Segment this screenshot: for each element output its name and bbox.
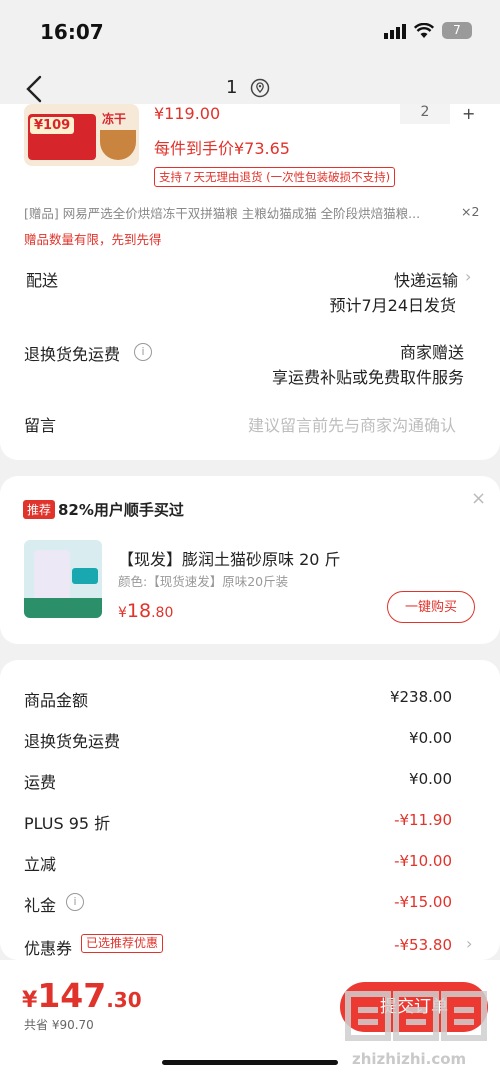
home-indicator xyxy=(162,1060,338,1065)
summary-value: ¥238.00 xyxy=(389,688,452,706)
return-shipping-label: 退换货免运费 xyxy=(24,345,121,364)
status-time: 16:07 xyxy=(40,20,104,44)
return-shipping-sub: 享运费补贴或免费取件服务 xyxy=(271,368,464,387)
summary-value: ¥0.00 xyxy=(409,729,452,747)
back-arrow-icon[interactable] xyxy=(22,74,48,104)
price-integer: 18 xyxy=(126,600,152,622)
watermark-text: zhizhizhi.com xyxy=(352,1050,467,1068)
price-currency: ¥ xyxy=(118,605,127,621)
watermark-logo-icon xyxy=(345,991,487,1041)
recommend-title: 82%用户顺手买过 xyxy=(58,501,184,519)
summary-label: 退换货免运费 xyxy=(24,732,121,751)
summary-value: -¥10.00 xyxy=(394,852,452,870)
quantity-plus-button[interactable]: + xyxy=(462,104,475,123)
summary-value: -¥11.90 xyxy=(394,811,452,829)
summary-label: 立减 xyxy=(24,855,57,874)
price-decimal: .80 xyxy=(151,605,174,621)
total-decimal: .30 xyxy=(106,988,142,1012)
battery-icon: 7 xyxy=(442,22,472,39)
close-icon[interactable]: × xyxy=(471,488,486,509)
recommend-product-price: ¥18.80 xyxy=(118,600,173,622)
gift-item: [赠品] 网易严选全价烘焙冻干双拼猫粮 主粮幼猫成猫 全阶段烘焙猫粮... xyxy=(24,206,421,221)
coupon-value[interactable]: -¥53.80 xyxy=(394,936,452,954)
recommend-product-spec: 颜色:【现货速发】原味20斤装 xyxy=(118,574,289,589)
product-thumbnail[interactable]: ¥109 冻干 xyxy=(24,104,139,166)
info-icon[interactable]: i xyxy=(134,343,152,361)
delivery-label: 配送 xyxy=(26,271,59,290)
return-policy-badge: 支持７天无理由退货 (一次性包装破损不支持) xyxy=(154,167,396,187)
product-price-cut: ¥119.00 xyxy=(154,104,221,123)
address-count: 1 xyxy=(226,77,238,98)
summary-label: 商品金额 xyxy=(24,691,89,710)
thumbnail-tag: 冻干 xyxy=(102,112,127,126)
info-icon[interactable]: i xyxy=(66,893,84,911)
thumbnail-price: ¥109 xyxy=(30,117,75,134)
signal-icon xyxy=(384,23,406,39)
delivery-method[interactable]: 快递运输 xyxy=(394,267,458,291)
wifi-icon xyxy=(414,22,434,38)
message-label: 留言 xyxy=(24,416,57,435)
recommend-product-thumbnail[interactable] xyxy=(24,540,102,618)
coupon-label: 优惠券 xyxy=(24,939,73,958)
unit-price: 每件到手价¥73.65 xyxy=(154,139,290,158)
delivery-chevron-icon[interactable]: › xyxy=(465,267,471,286)
total-saved: 共省 ¥90.70 xyxy=(24,1018,94,1032)
coupon-recommend-tag: 已选推荐优惠 xyxy=(81,934,164,953)
summary-value: ¥0.00 xyxy=(409,770,452,788)
coupon-chevron-icon[interactable]: › xyxy=(466,934,472,953)
status-icons: 7 xyxy=(384,22,472,39)
recommend-product-name[interactable]: 【现发】膨润土猫砂原味 20 斤 xyxy=(118,546,341,570)
location-icon[interactable] xyxy=(250,78,270,98)
total-integer: 147 xyxy=(37,976,107,1015)
gift-limit-note: 赠品数量有限，先到先得 xyxy=(24,232,162,247)
total-currency: ¥ xyxy=(22,988,38,1013)
summary-label: PLUS 95 折 xyxy=(24,814,111,833)
return-shipping-value: 商家赠送 xyxy=(399,343,464,362)
delivery-estimate: 预计7月24日发货 xyxy=(329,296,456,315)
total-price: ¥147.30 xyxy=(22,976,142,1015)
quantity-value[interactable]: 2 xyxy=(400,104,450,124)
message-input[interactable]: 建议留言前先与商家沟通确认 xyxy=(248,412,456,436)
summary-label: 礼金 xyxy=(24,896,57,915)
gift-quantity: ×2 xyxy=(461,204,480,219)
summary-label: 运费 xyxy=(24,773,57,792)
quick-buy-button[interactable]: 一键购买 xyxy=(387,591,475,623)
summary-value: -¥15.00 xyxy=(394,893,452,911)
recommend-tag: 推荐 xyxy=(23,500,56,519)
